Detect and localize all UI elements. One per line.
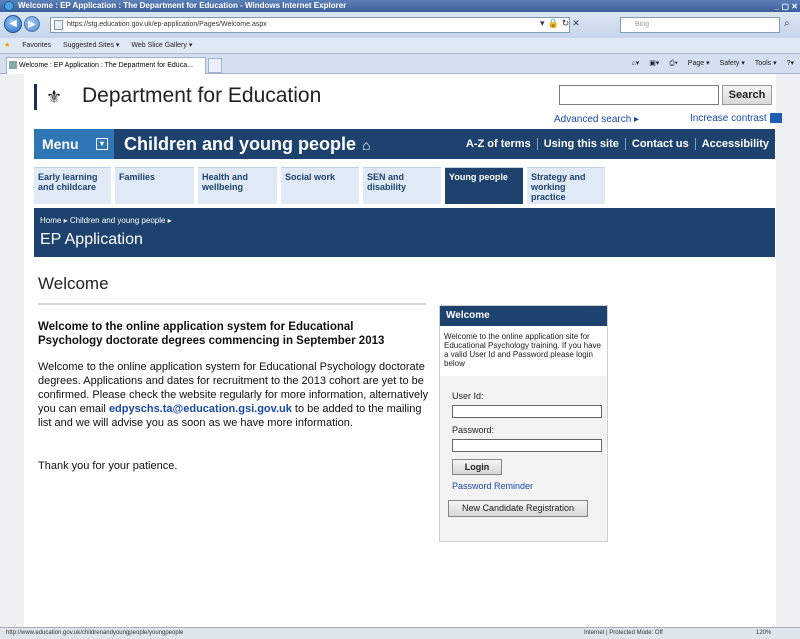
chevron-down-icon: ▾ [96, 138, 108, 150]
page-icon [54, 20, 63, 30]
new-registration-button[interactable]: New Candidate Registration [448, 500, 588, 517]
favorites-button[interactable]: Favorites [22, 42, 51, 49]
login-button[interactable]: Login [452, 459, 502, 475]
password-field[interactable] [452, 439, 602, 452]
home-icon: ⌂ [362, 137, 371, 153]
status-url: http://www.education.gov.uk/childrenandy… [6, 630, 184, 636]
help-icon[interactable]: ?▾ [787, 60, 794, 67]
favorites-bar: ★ Favorites Suggested Sites ▾ Web Slice … [0, 38, 800, 54]
browser-viewport: ⚜ Department for Education Search Advanc… [0, 74, 800, 627]
advanced-search-link[interactable]: Advanced search ▸ [554, 114, 639, 125]
new-tab-button[interactable] [208, 58, 222, 73]
increase-contrast-link[interactable]: Increase contrast [690, 113, 782, 124]
command-bar: ⌂▾ ▣▾ ⎙▾ Page ▾ Safety ▾ Tools ▾ ?▾ [623, 57, 794, 71]
address-bar-row: ◀ ▶ https://stg.education.gov.uk/ep-appl… [0, 12, 800, 38]
breadcrumb-section[interactable]: Children and young people ▸ [70, 216, 172, 225]
tab-row: Welcome : EP Application : The Departmen… [0, 54, 800, 74]
feeds-icon[interactable]: ▣▾ [649, 60, 659, 67]
browser-tab-title: Welcome : EP Application : The Departmen… [19, 62, 193, 69]
tab-favicon-icon [9, 61, 17, 69]
menu-button[interactable]: Menu ▾ [34, 129, 114, 159]
utility-links: A-Z of terms Using this site Contact us Acc… [460, 129, 775, 159]
email-link[interactable]: edpyschs.ta@education.gsi.gov.uk [109, 403, 292, 415]
print-icon[interactable]: ⎙▾ [669, 60, 678, 67]
address-text: https://stg.education.gov.uk/ep-applicat… [67, 21, 267, 28]
menu-label: Menu [42, 136, 79, 152]
contrast-icon [769, 113, 782, 124]
brand-bar [34, 84, 37, 110]
home-icon[interactable]: ⌂▾ [631, 60, 639, 67]
password-reminder-link[interactable]: Password Reminder [452, 481, 533, 491]
page-banner: Home ▸ Children and young people ▸ EP Ap… [34, 208, 775, 257]
subnav-young-people[interactable]: Young people [445, 167, 523, 204]
royal-crest-icon: ⚜ [46, 87, 63, 107]
window-titlebar: Welcome : EP Application : The Departmen… [0, 0, 800, 12]
login-description: Welcome to the online application site f… [440, 326, 607, 376]
masthead: ⚜ Department for Education Search Advanc… [24, 74, 782, 129]
contact-us-link[interactable]: Contact us [624, 138, 695, 150]
user-id-field[interactable] [452, 405, 602, 418]
page-menu[interactable]: Page ▾ [688, 60, 710, 67]
subnav-early-learning[interactable]: Early learning and childcare [34, 167, 111, 204]
zoom-level[interactable]: 120% [756, 628, 771, 639]
web-slice-gallery-link[interactable]: Web Slice Gallery ▾ [131, 42, 192, 49]
forward-button[interactable]: ▶ [24, 16, 40, 32]
subnav-strategy[interactable]: Strategy and working practice [527, 167, 605, 204]
back-button[interactable]: ◀ [4, 15, 22, 33]
site-search-input[interactable] [559, 85, 719, 105]
security-zone: Internet | Protected Mode: Off [584, 630, 663, 636]
subnav-social-work[interactable]: Social work [281, 167, 359, 204]
window-title: Welcome : EP Application : The Departmen… [18, 1, 347, 10]
increase-contrast-label: Increase contrast [690, 113, 767, 124]
site-search-button[interactable]: Search [722, 85, 772, 105]
web-search-input[interactable]: Bing [620, 17, 780, 33]
welcome-heading: Welcome [38, 274, 109, 293]
favorites-star-icon[interactable]: ★ [4, 42, 10, 49]
using-this-site-link[interactable]: Using this site [536, 138, 625, 150]
password-label: Password: [452, 425, 495, 435]
login-panel: Welcome Welcome to the online applicatio… [439, 305, 608, 542]
tools-menu[interactable]: Tools ▾ [755, 60, 777, 67]
subnav-families[interactable]: Families [115, 167, 194, 204]
ie-logo-icon [4, 1, 14, 11]
breadcrumb: Home ▸ Children and young people ▸ [40, 216, 172, 225]
window-controls[interactable]: _ ▢ ✕ [775, 1, 798, 12]
intro-heading: Welcome to the online application system… [38, 321, 385, 347]
user-id-label: User Id: [452, 391, 484, 401]
safety-menu[interactable]: Safety ▾ [720, 60, 745, 67]
search-icon[interactable]: ⌕ [784, 18, 790, 29]
section-title-text: Children and young people [124, 134, 357, 154]
section-title[interactable]: Children and young people ⌂ [124, 129, 370, 160]
subnav-health[interactable]: Health and wellbeing [198, 167, 277, 204]
a-z-link[interactable]: A-Z of terms [460, 138, 537, 150]
department-title[interactable]: Department for Education [82, 84, 321, 108]
divider [38, 303, 426, 305]
browser-tab-active[interactable]: Welcome : EP Application : The Departmen… [6, 57, 206, 74]
thanks-text: Thank you for your patience. [38, 460, 178, 472]
breadcrumb-home[interactable]: Home ▸ [40, 216, 68, 225]
status-bar: http://www.education.gov.uk/childrenandy… [0, 627, 800, 639]
address-input[interactable]: https://stg.education.gov.uk/ep-applicat… [50, 17, 570, 33]
login-panel-header: Welcome [440, 306, 607, 326]
sub-nav: Early learning and childcare Families He… [34, 163, 775, 204]
page-title: EP Application [40, 231, 143, 248]
address-tools[interactable]: ▾🔒↻✕ [540, 18, 583, 29]
intro-paragraph: Welcome to the online application system… [38, 360, 430, 430]
suggested-sites-link[interactable]: Suggested Sites ▾ [63, 42, 119, 49]
accessibility-link[interactable]: Accessibility [694, 138, 775, 150]
web-page: ⚜ Department for Education Search Advanc… [24, 74, 782, 627]
subnav-sen[interactable]: SEN and disability [363, 167, 441, 204]
main-nav: Menu ▾ Children and young people ⌂ A-Z of… [34, 129, 775, 159]
